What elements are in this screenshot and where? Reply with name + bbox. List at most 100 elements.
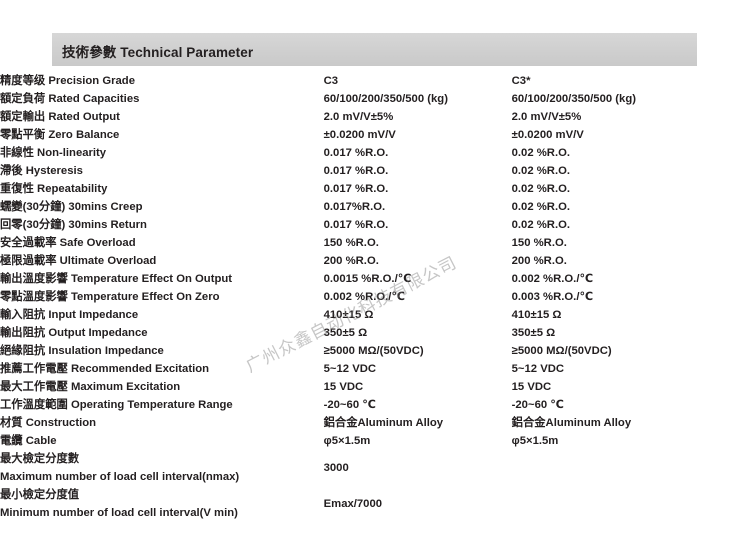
parameter-label-en: Safe Overload [59,237,136,249]
parameter-value-c3: ≥5000 MΩ/(50VDC) [323,345,424,357]
parameter-value-c3star: 0.02 %R.O. [511,165,571,177]
parameter-value-c3: 2.0 mV/V±5% [323,111,394,123]
parameter-value-c3: 0.0015 %R.O./℃ [323,273,412,285]
parameter-label-cn: 額定負荷 [0,93,46,105]
parameter-label-cell: 安全過載率 Safe Overload [0,234,324,252]
table-row: 安全過載率 Safe Overload 150 %R.O. 150 %R.O. [0,234,750,252]
parameter-value-c3star: 0.02 %R.O. [511,183,571,195]
table-row: 重復性 Repeatability 0.017 %R.O. 0.02 %R.O. [0,180,750,198]
table-row: 推薦工作電壓 Recommended Excitation 5~12 VDC 5~1… [0,360,750,378]
table-row: 輸入阻抗 Input Impedance 410±15 Ω 410±15 Ω [0,306,750,324]
parameter-value-c3star [512,486,750,522]
parameter-label-en: Recommended Excitation [70,363,210,375]
parameter-value-c3: 0.017 %R.O. [323,219,389,231]
table-row: 回零(30分鐘) 30mins Return 0.017 %R.O. 0.02 %R… [0,216,750,234]
parameter-label-cell: 最小檢定分度值 Minimum number of load cell inter… [0,486,324,522]
table-row: 材質 Construction 鋁合金Aluminum Alloy 鋁合金Alumi… [0,414,750,432]
parameter-label-cell: 零點溫度影響 Temperature Effect On Zero [0,288,324,306]
parameter-label-en: Hysteresis [25,165,83,177]
parameter-value-c3: 410±15 Ω [323,309,374,321]
table-row: 非線性 Non-linearity 0.017 %R.O. 0.02 %R.O. [0,144,750,162]
parameter-label-cn: 非線性 [0,147,34,159]
parameter-value-c3: 350±5 Ω [323,327,368,339]
parameter-label-cn: 精度等级 [0,75,46,87]
table-row: 最小檢定分度值 Minimum number of load cell inter… [0,486,750,522]
parameter-value-c3star: ±0.0200 mV/V [511,129,584,141]
parameter-label-cell: 回零(30分鐘) 30mins Return [0,216,324,234]
parameter-label-cell: 重復性 Repeatability [0,180,324,198]
parameter-value-c3star: 0.002 %R.O./℃ [511,273,594,285]
parameter-label-en: Precision Grade [48,75,135,87]
parameter-value-c3star: 15 VDC [511,381,552,393]
parameter-label-en: Rated Capacities [48,93,140,105]
parameter-value-c3star: 5~12 VDC [511,363,565,375]
table-row: 最大工作電壓 Maximum Excitation 15 VDC 15 VDC [0,378,750,396]
technical-parameter-sheet: 技術參數 Technical Parameter 精度等级 Precision … [0,0,750,546]
parameter-value-c3: 15 VDC [323,381,364,393]
parameter-label-cn: 最大檢定分度數 [0,453,80,465]
parameter-value-c3star [512,450,750,486]
parameter-label-cn: 材質 [0,417,23,429]
parameter-label-cell: 精度等级 Precision Grade [0,72,324,90]
parameter-value-c3star: φ5×1.5m [511,435,559,447]
parameter-label-cn: 零點平衡 [0,129,46,141]
parameter-label-cn: 絕緣阻抗 [0,345,46,357]
parameter-value-c3star: ≥5000 MΩ/(50VDC) [511,345,612,357]
parameter-label-en: Repeatability [37,183,108,195]
parameter-value-c3star: 0.02 %R.O. [511,147,571,159]
table-row: 蠕變(30分鐘) 30mins Creep 0.017%R.O. 0.02 %R.O… [0,198,750,216]
parameter-label-cell: 輸出溫度影響 Temperature Effect On Output [0,270,324,288]
parameter-label-cell: 額定輸出 Rated Output [0,108,324,126]
parameter-label-cell: 極限過載率 Ultimate Overload [0,252,324,270]
parameter-value-c3: 5~12 VDC [323,363,377,375]
table-row: 極限過載率 Ultimate Overload 200 %R.O. 200 %R.O… [0,252,750,270]
parameter-label-cn: 滯後 [0,165,23,177]
parameter-value-c3star: C3* [511,75,531,87]
parameter-value-c3: -20~60 ℃ [323,399,376,411]
parameter-value-c3: 200 %R.O. [323,255,379,267]
parameter-value-c3: Emax/7000 [323,498,383,510]
parameter-value-c3star: 200 %R.O. [511,255,567,267]
parameter-label-cell: 滯後 Hysteresis [0,162,324,180]
parameter-value-c3star: -20~60 ℃ [511,399,564,411]
parameter-label-cn: 電纜 [0,435,23,447]
parameter-label-cn: 安全過載率 [0,237,57,249]
page-title: 技術參數 Technical Parameter [62,45,254,60]
parameter-value-c3: 0.002 %R.O./℃ [323,291,406,303]
parameter-label-en: Minimum number of load cell interval(V m… [0,507,238,519]
parameter-value-c3: 鋁合金Aluminum Alloy [323,417,444,429]
parameter-label-en: Temperature Effect On Output [70,273,233,285]
parameter-value-c3: 0.017%R.O. [323,201,386,213]
parameter-label-cn: 回零(30分鐘) [0,219,66,231]
parameter-label-en: Non-linearity [37,147,107,159]
parameter-label-cell: 零點平衡 Zero Balance [0,126,324,144]
parameter-value-c3star: 410±15 Ω [511,309,562,321]
table-row: 零點平衡 Zero Balance ±0.0200 mV/V ±0.0200 mV/… [0,126,750,144]
table-row: 滯後 Hysteresis 0.017 %R.O. 0.02 %R.O. [0,162,750,180]
table-row: 工作溫度範圍 Operating Temperature Range -20~60… [0,396,750,414]
parameter-label-en: Output Impedance [48,327,148,339]
table-row: 電纜 Cable φ5×1.5m φ5×1.5m [0,432,750,450]
parameter-label-en: Ultimate Overload [59,255,157,267]
parameter-value-c3star: 2.0 mV/V±5% [511,111,582,123]
parameter-label-cn: 蠕變(30分鐘) [0,201,66,213]
parameter-value-c3star: 0.02 %R.O. [511,201,571,213]
parameter-value-c3: C3 [323,75,339,87]
parameter-label-en: Operating Temperature Range [70,399,233,411]
parameter-label-cell: 推薦工作電壓 Recommended Excitation [0,360,324,378]
parameter-value-c3star: 0.02 %R.O. [511,219,571,231]
table-row: 輸出溫度影響 Temperature Effect On Output 0.001… [0,270,750,288]
parameter-label-en: 30mins Return [68,219,147,231]
parameter-label-cell: 工作溫度範圍 Operating Temperature Range [0,396,324,414]
parameter-label-cn: 最大工作電壓 [0,381,68,393]
parameter-label-cn: 推薦工作電壓 [0,363,68,375]
table-row: 輸出阻抗 Output Impedance 350±5 Ω 350±5 Ω [0,324,750,342]
parameter-value-c3: ±0.0200 mV/V [323,129,396,141]
parameter-label-cell: 最大檢定分度數 Maximum number of load cell inter… [0,450,324,486]
parameter-label-cn: 極限過載率 [0,255,57,267]
parameter-label-en: 30mins Creep [68,201,143,213]
parameter-label-en: Rated Output [48,111,120,123]
parameter-label-cell: 輸出阻抗 Output Impedance [0,324,324,342]
parameter-label-cell: 非線性 Non-linearity [0,144,324,162]
parameter-label-en: Input Impedance [48,309,139,321]
